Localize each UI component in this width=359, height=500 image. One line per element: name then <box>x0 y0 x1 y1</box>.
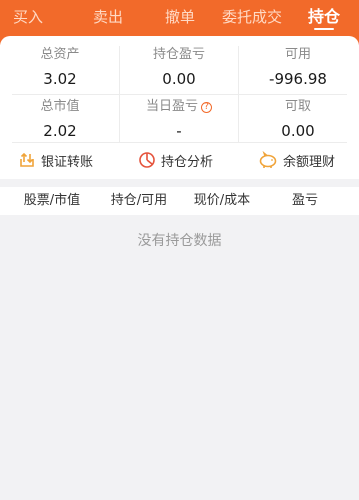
stat-value: - <box>176 122 182 140</box>
holdings-analysis-button[interactable]: 持仓分析 <box>138 146 213 174</box>
holdings-screen: 买入 卖出 撤单 委托成交 持仓 总资产 3.02 持仓盈亏 0.00 可用 -… <box>0 0 359 500</box>
stat-total-assets: 总资产 3.02 <box>0 46 120 89</box>
stat-position-pnl: 持仓盈亏 0.00 <box>119 46 239 89</box>
tab-buy[interactable]: 买入 <box>8 0 48 34</box>
piggy-bank-icon <box>259 151 277 168</box>
tab-orders-trades[interactable]: 委托成交 <box>217 0 287 34</box>
stat-available: 可用 -996.98 <box>238 46 358 89</box>
stat-value: 0.00 <box>281 122 315 140</box>
stat-value: 2.02 <box>43 122 77 140</box>
balance-wealth-button[interactable]: 余额理财 <box>258 146 335 174</box>
column-header-pnl[interactable]: 盈亏 <box>270 187 340 215</box>
column-header-position-available[interactable]: 持仓/可用 <box>99 187 179 215</box>
column-header-stock-market-value[interactable]: 股票/市值 <box>12 187 92 215</box>
question-mark-icon[interactable]: ? <box>201 102 212 113</box>
pie-chart-icon <box>139 152 155 168</box>
bank-securities-transfer-button[interactable]: 银证转账 <box>18 146 93 174</box>
stat-value: 0.00 <box>162 70 196 88</box>
stat-label-row: 当日盈亏? <box>119 98 239 116</box>
stat-label: 持仓盈亏 <box>152 47 205 62</box>
row-divider <box>12 142 347 143</box>
empty-holdings-message: 没有持仓数据 <box>137 233 222 249</box>
stat-label: 可取 <box>284 99 311 114</box>
column-header-price-cost[interactable]: 现价/成本 <box>182 187 262 215</box>
transfer-icon <box>20 152 34 167</box>
stat-label: 总资产 <box>40 47 80 62</box>
stat-label: 总市值 <box>40 99 80 114</box>
action-label: 持仓分析 <box>161 154 214 170</box>
stat-daily-pnl: 当日盈亏? - <box>119 98 239 141</box>
tab-sell[interactable]: 卖出 <box>88 0 128 34</box>
stat-label: 当日盈亏 <box>145 99 198 114</box>
row-divider <box>12 94 347 95</box>
stat-label: 可用 <box>284 47 311 62</box>
stat-market-value: 总市值 2.02 <box>0 98 120 141</box>
tab-cancel-order[interactable]: 撤单 <box>160 0 200 34</box>
stat-value: -996.98 <box>269 70 327 88</box>
action-label: 余额理财 <box>283 154 336 170</box>
stat-withdrawable: 可取 0.00 <box>238 98 358 141</box>
action-label: 银证转账 <box>41 154 94 170</box>
holdings-table-header: 股票/市值 持仓/可用 现价/成本 盈亏 <box>0 187 359 215</box>
active-tab-indicator <box>314 28 334 30</box>
stat-value: 3.02 <box>43 70 77 88</box>
